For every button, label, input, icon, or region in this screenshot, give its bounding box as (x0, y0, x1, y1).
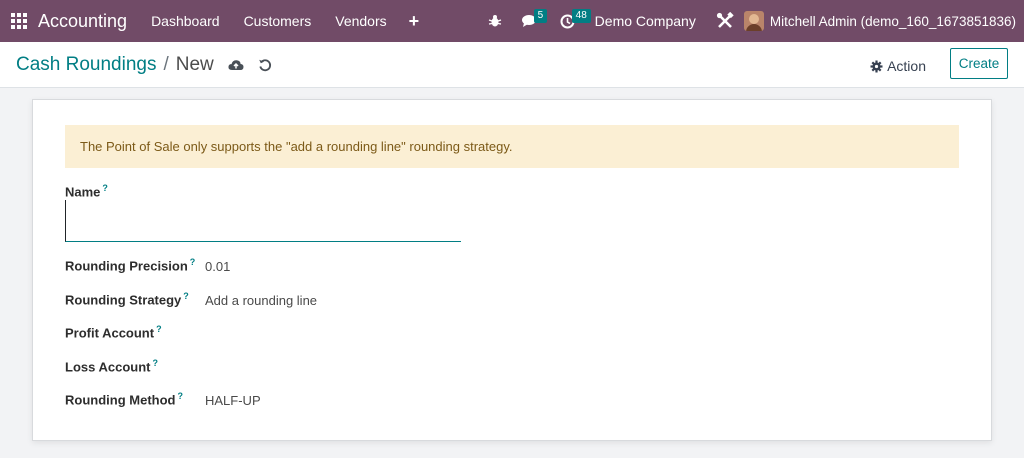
messages-count-badge: 5 (533, 9, 548, 23)
breadcrumb-parent-link[interactable]: Cash Roundings (16, 54, 156, 76)
action-label: Action (887, 58, 926, 74)
rounding-strategy-help-icon[interactable]: ? (183, 291, 189, 301)
rounding-precision-label: Rounding Precision? (65, 257, 195, 273)
user-menu[interactable]: Mitchell Admin (demo_160_1673851836) (770, 14, 1024, 29)
breadcrumb: Cash Roundings / New (0, 54, 272, 76)
gear-icon (870, 60, 883, 72)
rounding-method-label: Rounding Method? (65, 391, 183, 407)
create-button[interactable]: Create (950, 48, 1008, 79)
user-avatar[interactable] (743, 11, 764, 31)
action-button[interactable]: Action (870, 53, 926, 79)
apps-menu-icon[interactable] (0, 0, 38, 42)
name-input[interactable] (65, 200, 461, 242)
app-name[interactable]: Accounting (38, 11, 127, 32)
rounding-precision-value[interactable]: 0.01 (205, 259, 230, 274)
rounding-method-value[interactable]: HALF-UP (205, 393, 261, 408)
settings-tools-icon[interactable] (706, 0, 744, 42)
activities-clock-icon[interactable]: 48 (550, 0, 591, 42)
rounding-strategy-label-text: Rounding Strategy (65, 292, 182, 308)
profit-account-label: Profit Account? (65, 324, 162, 340)
new-menu-plus-icon[interactable]: + (399, 11, 430, 32)
menu-vendors[interactable]: Vendors (323, 13, 398, 29)
activities-count-badge: 48 (571, 9, 591, 23)
pos-warning-alert: The Point of Sale only supports the "add… (65, 125, 959, 168)
form-sheet: The Point of Sale only supports the "add… (32, 99, 992, 441)
profit-account-label-text: Profit Account (65, 325, 155, 341)
rounding-precision-label-text: Rounding Precision (65, 258, 188, 274)
rounding-method-label-text: Rounding Method (65, 392, 176, 408)
menu-dashboard[interactable]: Dashboard (139, 13, 232, 29)
discard-undo-icon[interactable] (258, 58, 272, 72)
loss-account-help-icon[interactable]: ? (152, 358, 158, 368)
rounding-precision-help-icon[interactable]: ? (190, 257, 196, 267)
menu-customers[interactable]: Customers (232, 13, 324, 29)
name-label-text: Name (65, 184, 101, 200)
messages-chat-icon[interactable]: 5 (512, 0, 550, 42)
company-switcher[interactable]: Demo Company (585, 13, 706, 29)
profit-account-help-icon[interactable]: ? (156, 324, 162, 334)
breadcrumb-separator: / (163, 53, 169, 75)
name-label: Name? (65, 183, 108, 199)
rounding-method-help-icon[interactable]: ? (177, 391, 183, 401)
loss-account-label: Loss Account? (65, 358, 158, 374)
top-navbar: Accounting Dashboard Customers Vendors +… (0, 0, 1024, 42)
control-panel: Cash Roundings / New Action Create (0, 42, 1024, 88)
save-cloud-icon[interactable] (228, 59, 244, 71)
rounding-strategy-label: Rounding Strategy? (65, 291, 189, 307)
breadcrumb-current: New (175, 53, 214, 75)
name-help-icon[interactable]: ? (102, 183, 108, 193)
debug-bug-icon[interactable] (478, 0, 512, 42)
loss-account-label-text: Loss Account (65, 359, 151, 375)
rounding-strategy-value[interactable]: Add a rounding line (205, 293, 317, 308)
